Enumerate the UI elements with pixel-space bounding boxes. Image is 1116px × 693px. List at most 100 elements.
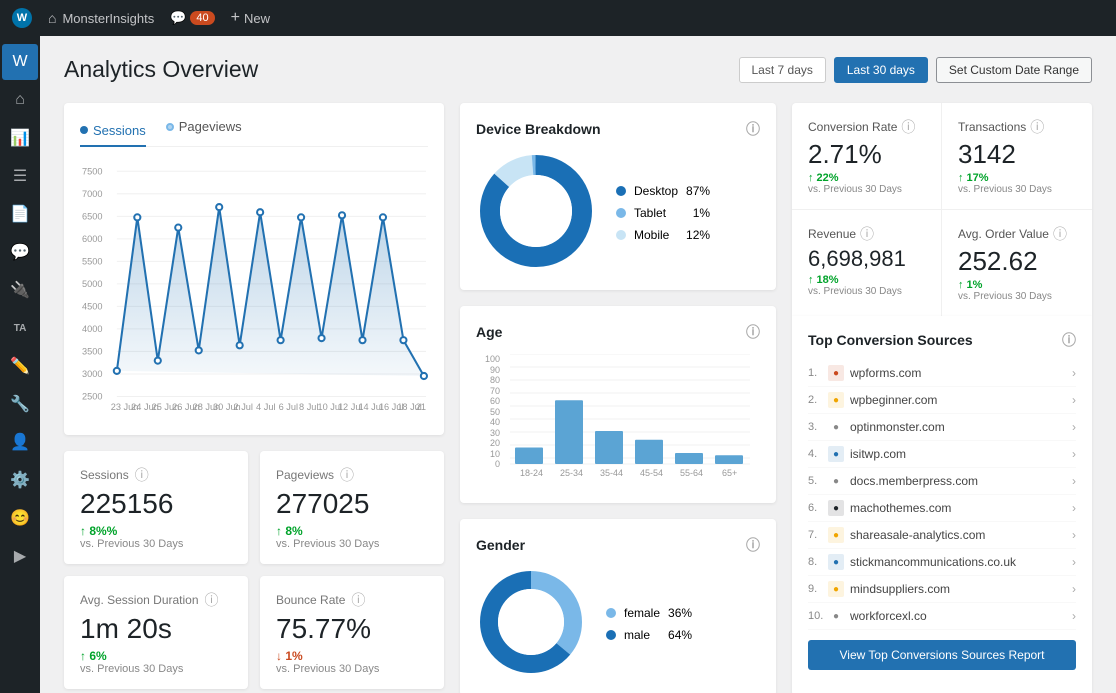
nav-new[interactable]: + New [231, 9, 270, 27]
sidebar-icon-user[interactable]: 👤 [2, 424, 38, 460]
bounce-info-icon[interactable]: ⓘ [351, 590, 365, 610]
desktop-label: Desktop [634, 184, 678, 198]
sessions-stat: Sessions ⓘ 225156 ↑ 8%% vs. Previous 30 … [64, 451, 248, 564]
source-item[interactable]: 10. ● workforcexl.co › [808, 603, 1076, 630]
sessions-info-icon[interactable]: ⓘ [135, 465, 149, 485]
source-item[interactable]: 1. ● wpforms.com › [808, 360, 1076, 387]
source-favicon: ● [828, 581, 844, 597]
conversion-value: 2.71% [808, 139, 925, 170]
tab-sessions-label: Sessions [93, 123, 146, 138]
sidebar-icon-charts[interactable]: 📊 [2, 120, 38, 156]
gender-title: Gender ⓘ [476, 535, 760, 555]
sidebar-icon-chat[interactable]: 💬 [2, 234, 38, 270]
sessions-chart-card: Sessions Pageviews 7500 7000 6500 [64, 103, 444, 435]
sessions-label: Sessions ⓘ [80, 465, 232, 485]
nav-comments[interactable]: 💬 40 [170, 10, 214, 26]
sources-list: 1. ● wpforms.com › 2. ● wpbeginner.com ›… [808, 360, 1076, 630]
source-chevron-icon: › [1072, 393, 1076, 407]
btn-custom-date[interactable]: Set Custom Date Range [936, 57, 1092, 83]
metrics-grid: Conversion Rate ⓘ 2.71% ↑ 22% vs. Previo… [792, 103, 1092, 316]
top-nav: W ⌂ MonsterInsights 💬 40 + New [0, 0, 1116, 36]
svg-text:6500: 6500 [82, 211, 102, 221]
male-pct: 64% [668, 628, 692, 642]
gender-donut [476, 567, 586, 680]
source-item[interactable]: 2. ● wpbeginner.com › [808, 387, 1076, 414]
source-item[interactable]: 4. ● isitwp.com › [808, 441, 1076, 468]
btn-last7days[interactable]: Last 7 days [739, 57, 826, 83]
sidebar-icon-plugin[interactable]: 🔌 [2, 272, 38, 308]
source-item[interactable]: 6. ● machothemes.com › [808, 495, 1076, 522]
pageviews-label: Pageviews ⓘ [276, 465, 428, 485]
sidebar-icon-wrench[interactable]: 🔧 [2, 386, 38, 422]
avg-session-info-icon[interactable]: ⓘ [205, 590, 219, 610]
source-favicon: ● [828, 473, 844, 489]
transactions-info-icon[interactable]: ⓘ [1030, 117, 1044, 137]
bounce-prev: vs. Previous 30 Days [276, 663, 428, 675]
sidebar-icon-home[interactable]: ⌂ [2, 82, 38, 118]
svg-text:55-64: 55-64 [680, 468, 703, 478]
source-chevron-icon: › [1072, 528, 1076, 542]
gender-info-icon[interactable]: ⓘ [746, 535, 760, 555]
svg-text:7500: 7500 [82, 166, 102, 176]
transactions-change: ↑ 17% [958, 172, 1076, 184]
gender-card: Gender ⓘ [460, 519, 776, 693]
avg-session-value: 1m 20s [80, 614, 232, 645]
wp-logo[interactable]: W [12, 8, 32, 28]
bounce-change: ↓ 1% [276, 649, 428, 663]
device-title: Device Breakdown ⓘ [476, 119, 760, 139]
sidebar-icon-play[interactable]: ▶ [2, 538, 38, 574]
revenue-prev: vs. Previous 30 Days [808, 286, 925, 297]
source-favicon: ● [828, 554, 844, 570]
device-donut [476, 151, 596, 274]
revenue-info-icon[interactable]: ⓘ [860, 224, 874, 244]
transactions-label: Transactions [958, 120, 1026, 134]
source-item[interactable]: 9. ● mindsuppliers.com › [808, 576, 1076, 603]
sidebar-icon-pages[interactable]: 📄 [2, 196, 38, 232]
svg-text:7000: 7000 [82, 189, 102, 199]
pageviews-info-icon[interactable]: ⓘ [340, 465, 354, 485]
avg-order-info-icon[interactable]: ⓘ [1053, 224, 1067, 244]
tab-pageviews-label: Pageviews [179, 119, 242, 134]
sources-title: Top Conversion Sources ⓘ [808, 330, 1076, 350]
comment-icon: 💬 [170, 10, 186, 26]
sidebar-icon-settings[interactable]: ⚙️ [2, 462, 38, 498]
age-info-icon[interactable]: ⓘ [746, 322, 760, 342]
sidebar-icon-wp[interactable]: W [2, 44, 38, 80]
sidebar-icon-tools[interactable]: ✏️ [2, 348, 38, 384]
sources-info-icon[interactable]: ⓘ [1062, 330, 1076, 350]
page-header: Analytics Overview Last 7 days Last 30 d… [64, 56, 1092, 83]
mobile-pct: 12% [686, 228, 710, 242]
btn-last30days[interactable]: Last 30 days [834, 57, 928, 83]
sidebar-icon-smile[interactable]: 😊 [2, 500, 38, 536]
revenue-label: Revenue [808, 227, 856, 241]
svg-text:25-34: 25-34 [560, 468, 583, 478]
sidebar-icon-ta[interactable]: TA [2, 310, 38, 346]
source-favicon: ● [828, 608, 844, 624]
source-item[interactable]: 5. ● docs.memberpress.com › [808, 468, 1076, 495]
svg-text:35-44: 35-44 [600, 468, 623, 478]
avg-order-change: ↑ 1% [958, 279, 1076, 291]
avg-order-label: Avg. Order Value [958, 227, 1049, 241]
tab-pageviews[interactable]: Pageviews [166, 119, 242, 138]
tab-sessions[interactable]: Sessions [80, 119, 146, 147]
source-num: 2. [808, 394, 828, 406]
male-dot [606, 630, 616, 640]
source-favicon: ● [828, 419, 844, 435]
conversion-info-icon[interactable]: ⓘ [901, 117, 915, 137]
nav-site[interactable]: ⌂ MonsterInsights [48, 10, 154, 26]
chart-svg: 7500 7000 6500 6000 5500 5000 4500 4000 … [80, 159, 428, 419]
avg-order-box: Avg. Order Value ⓘ 252.62 ↑ 1% vs. Previ… [942, 209, 1092, 316]
pageviews-stat: Pageviews ⓘ 277025 ↑ 8% vs. Previous 30 … [260, 451, 444, 564]
view-report-button[interactable]: View Top Conversions Sources Report [808, 640, 1076, 670]
source-item[interactable]: 8. ● stickmancommunications.co.uk › [808, 549, 1076, 576]
device-info-icon[interactable]: ⓘ [746, 119, 760, 139]
sidebar-icon-list[interactable]: ☰ [2, 158, 38, 194]
source-item[interactable]: 7. ● shareasale-analytics.com › [808, 522, 1076, 549]
sessions-value: 225156 [80, 489, 232, 520]
avg-order-value: 252.62 [958, 246, 1076, 277]
source-name: workforcexl.co [850, 609, 1072, 623]
source-item[interactable]: 3. ● optinmonster.com › [808, 414, 1076, 441]
svg-text:65+: 65+ [722, 468, 737, 478]
female-pct: 36% [668, 606, 692, 620]
sessions-chart: 7500 7000 6500 6000 5500 5000 4500 4000 … [80, 159, 428, 419]
